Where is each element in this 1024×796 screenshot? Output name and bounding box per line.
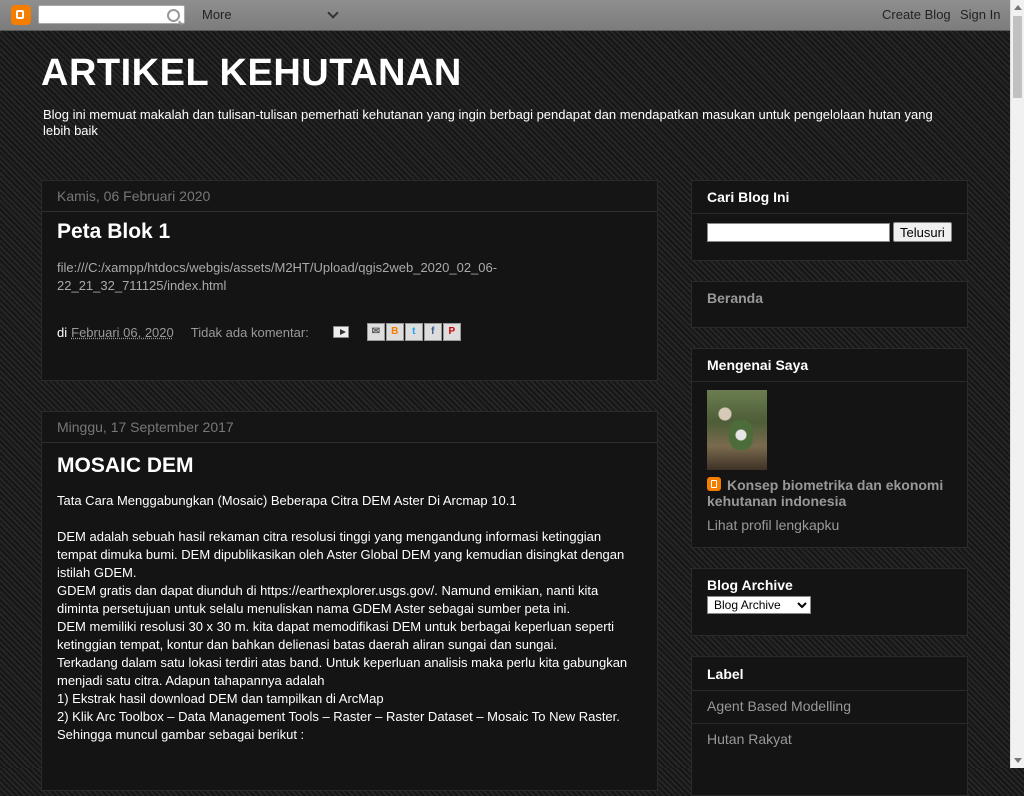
widget-title: Cari Blog Ini [692,181,967,214]
scroll-thumb[interactable] [1013,16,1022,98]
post-paragraph: Terkadang dalam satu lokasi terdiri atas… [57,655,628,688]
facebook-icon[interactable]: f [423,323,442,341]
post-paragraph: GDEM gratis dan dapat diunduh di https:/… [57,583,599,616]
twitter-icon[interactable]: t [404,323,423,341]
profile-photo[interactable] [707,390,767,470]
widget-title: Blog Archive [707,577,793,593]
widget-title: Mengenai Saya [692,349,967,382]
post-paragraph: 1) Ekstrak hasil download DEM dan tampil… [57,691,384,706]
post-author-prefix: di [57,324,68,340]
label-link[interactable]: Agent Based Modelling [692,691,967,723]
blogger-logo-icon[interactable] [11,5,31,25]
profile-widget: Mengenai Saya Konsep biometrika dan ekon… [691,348,968,548]
search-widget: Cari Blog Ini Telusuri [691,180,968,261]
pages-widget: Beranda [691,281,968,328]
labels-widget: Label Agent Based Modelling Hutan Rakyat [691,656,968,796]
chevron-down-icon[interactable] [327,7,339,19]
post-timestamp-link[interactable]: Februari 06, 2020 [71,325,174,340]
scroll-down-arrow-icon[interactable] [1014,758,1022,763]
sign-in-link[interactable]: Sign In [960,7,1000,22]
post-date-header: Kamis, 06 Februari 2020 [42,181,657,212]
page-scrollbar[interactable] [1010,0,1024,768]
archive-widget: Blog Archive Blog Archive [691,568,968,636]
blogger-profile-icon [707,477,721,492]
share-buttons: ✉ B t f P [366,323,462,341]
search-button[interactable]: Telusuri [893,222,952,242]
pinterest-icon[interactable]: P [442,323,461,341]
post-date-header: Minggu, 17 September 2017 [42,412,657,443]
label-link[interactable]: Hutan Rakyat [692,723,967,755]
profile-name-link[interactable]: Konsep biometrika dan ekonomi kehutanan … [707,477,957,509]
archive-select[interactable]: Blog Archive [707,596,811,614]
blog-title[interactable]: ARTIKEL KEHUTANAN [41,52,462,95]
post-paragraph: 2) Klik Arc Toolbox – Data Management To… [57,709,620,742]
more-menu-label[interactable]: More [202,7,232,22]
scroll-up-arrow-icon[interactable] [1014,5,1022,10]
post-paragraph: DEM adalah sebuah hasil rekaman citra re… [57,529,625,580]
post-title[interactable]: Peta Blok 1 [57,220,642,244]
create-blog-link[interactable]: Create Blog [882,7,951,22]
post-title[interactable]: MOSAIC DEM [57,454,642,478]
post-paragraph: DEM memiliki resolusi 30 x 30 m. kita da… [57,619,615,652]
view-full-profile-link[interactable]: Lihat profil lengkapku [707,517,839,533]
post-body: Tata Cara Menggabungkan (Mosaic) Beberap… [57,492,642,744]
search-icon[interactable] [167,9,180,22]
post-card: Kamis, 06 Februari 2020 Peta Blok 1 file… [41,180,658,381]
blogthis-icon[interactable]: B [385,323,404,341]
post-body: file:///C:/xampp/htdocs/webgis/assets/M2… [57,260,498,293]
post-card: Minggu, 17 September 2017 MOSAIC DEM Tat… [41,411,658,791]
search-row: Telusuri [692,214,967,250]
widget-title: Label [692,657,967,691]
blog-search-input[interactable] [707,222,890,242]
navbar-search-input[interactable] [38,5,185,24]
post-comments-link[interactable]: Tidak ada komentar: [191,325,309,340]
email-post-icon[interactable] [332,326,349,338]
email-icon[interactable]: ✉ [366,323,385,341]
blog-description: Blog ini memuat makalah dan tulisan-tuli… [43,107,933,138]
post-paragraph: Tata Cara Menggabungkan (Mosaic) Beberap… [57,493,517,508]
home-link[interactable]: Beranda [692,282,967,314]
profile-name[interactable]: Konsep biometrika dan ekonomi kehutanan … [707,477,943,509]
post-footer: di Februari 06, 2020 Tidak ada komentar:… [57,323,462,341]
blogger-navbar: More Create Blog Sign In [0,0,1010,31]
